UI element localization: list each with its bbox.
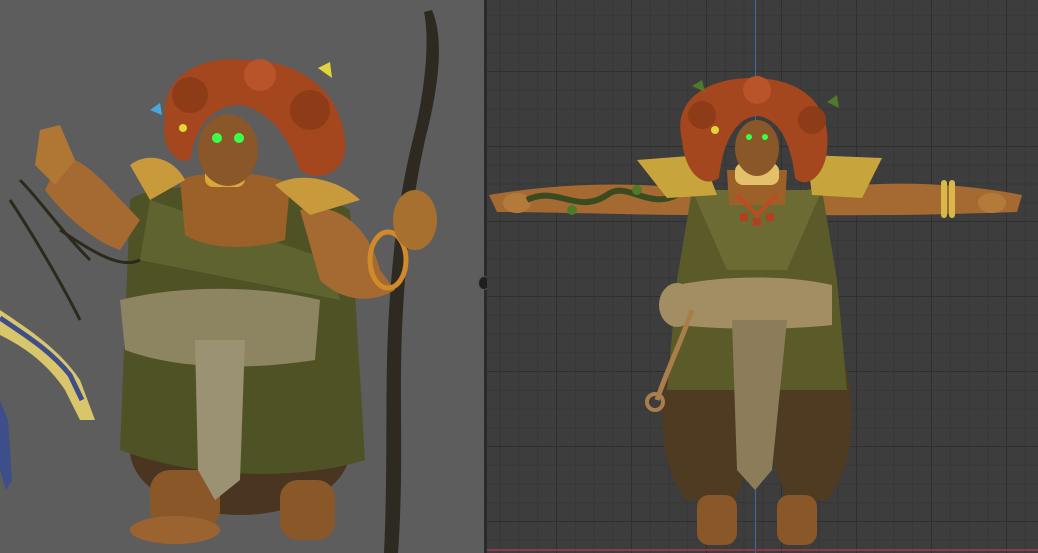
- right-leg: [280, 480, 335, 540]
- face: [198, 114, 258, 186]
- model-eye-right: [762, 134, 768, 140]
- model-left-foot: [697, 495, 737, 545]
- butterfly-blue: [150, 103, 162, 115]
- right-hand: [393, 190, 437, 250]
- model-eye-left: [746, 134, 752, 140]
- glowing-eye-right: [234, 133, 244, 143]
- 3d-viewport[interactable]: [487, 0, 1038, 553]
- staff: [384, 10, 439, 553]
- model-face: [735, 120, 779, 176]
- butterfly-yellow: [318, 62, 332, 78]
- concept-art-illustration: [0, 10, 439, 553]
- model-right-foot: [777, 495, 817, 545]
- glowing-eye-left: [212, 133, 222, 143]
- tpose-character-model: [489, 76, 1022, 545]
- concept-art-reference-panel: [0, 0, 484, 553]
